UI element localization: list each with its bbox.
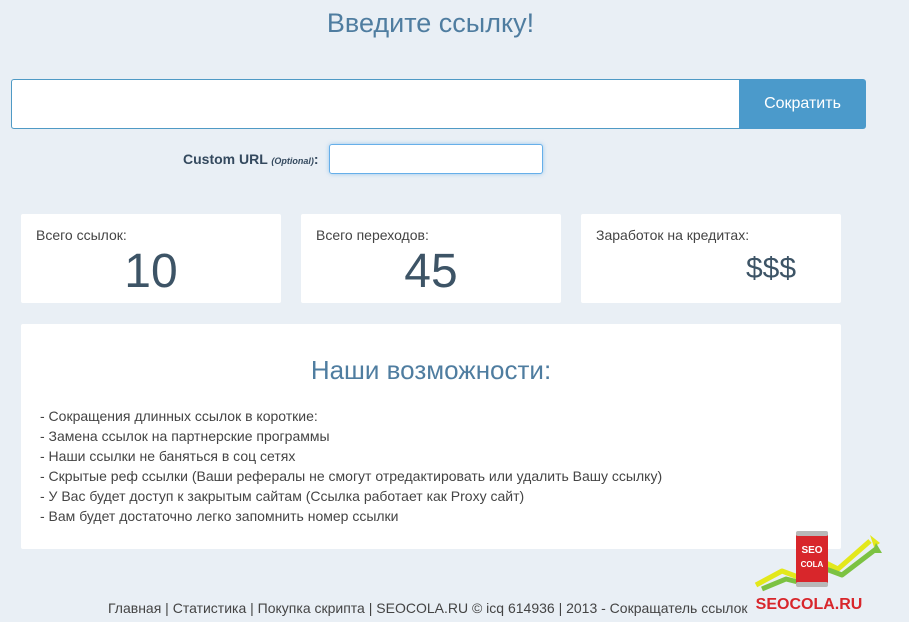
arrow-head-yellow <box>870 535 880 547</box>
features-list: - Сокращения длинных ссылок в короткие: … <box>40 406 662 526</box>
footer-link-stats[interactable]: Статистика <box>173 600 247 616</box>
footer-separator: | <box>161 600 173 616</box>
stat-label: Заработок на кредитах: <box>596 227 750 243</box>
stat-label: Всего переходов: <box>316 227 429 243</box>
page-title: Введите ссылку! <box>326 8 535 38</box>
list-item: - Сокращения длинных ссылок в короткие: <box>40 408 318 424</box>
list-item: - Скрытые реф ссылки (Ваши рефералы не с… <box>40 468 663 484</box>
features-panel: Наши возможности: - Сокращения длинных с… <box>21 324 841 549</box>
footer-link-buy-script[interactable]: Покупка скрипта <box>258 600 365 616</box>
shorten-button[interactable]: Сократить <box>739 79 866 129</box>
shorten-form: Сократить <box>11 79 866 129</box>
custom-url-row: Custom URL (Optional): <box>183 144 543 174</box>
list-item: - Вам будет достаточно легко запомнить н… <box>40 508 399 524</box>
can-lid <box>796 531 828 536</box>
seocola-logo: SEO COLA SEOCOLA.RU <box>754 531 882 613</box>
stat-card-earnings: Заработок на кредитах: $$$ <box>581 214 841 303</box>
can-bottom <box>796 582 828 587</box>
footer-separator: | <box>364 600 377 616</box>
footer-link-home[interactable]: Главная <box>108 600 161 616</box>
long-url-input[interactable] <box>11 79 739 129</box>
stat-value: 45 <box>404 245 458 298</box>
can-text-seo: SEO <box>801 545 822 556</box>
list-item: - Наши ссылки не баняться в соц сетях <box>40 448 296 464</box>
cola-can <box>796 531 828 587</box>
footer: Главная | Статистика | Покупка скрипта |… <box>108 600 748 616</box>
custom-url-optional-hint: (Optional) <box>271 156 314 166</box>
list-item: - У Вас будет доступ к закрытым сайтам (… <box>40 488 525 504</box>
list-item: - Замена ссылок на партнерские программы <box>40 428 330 444</box>
stat-value: $$$ <box>746 252 797 285</box>
custom-url-label: Custom URL (Optional): <box>183 151 319 167</box>
stat-card-clicks: Всего переходов: 45 <box>301 214 561 303</box>
stat-card-links: Всего ссылок: 10 <box>21 214 281 303</box>
footer-separator: | <box>246 600 258 616</box>
custom-url-colon: : <box>313 151 319 167</box>
features-title: Наши возможности: <box>310 355 552 385</box>
custom-url-input[interactable] <box>328 144 543 174</box>
stat-label: Всего ссылок: <box>36 227 127 243</box>
custom-url-label-text: Custom URL <box>183 151 268 167</box>
footer-copyright: SEOCOLA.RU © icq 614936 | 2013 - Сокраща… <box>376 600 748 616</box>
stat-value: 10 <box>124 245 178 298</box>
can-text-cola: COLA <box>801 560 824 569</box>
logo-brand-text: SEOCOLA.RU <box>756 596 863 613</box>
